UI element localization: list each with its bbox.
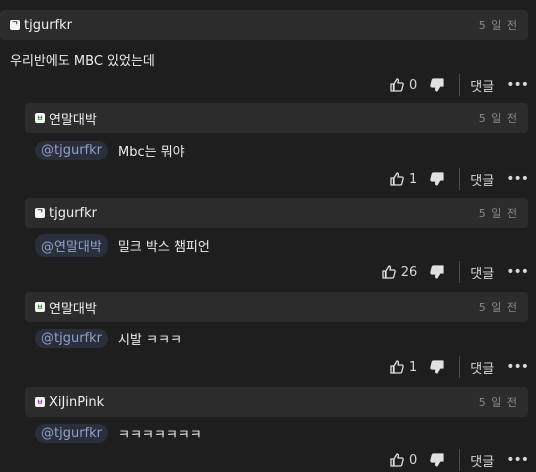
like-count: 26 — [400, 264, 418, 280]
thumbs-up-icon[interactable] — [389, 359, 405, 375]
comment-actions: 26 댓글 ••• — [381, 260, 529, 284]
more-icon[interactable]: ••• — [506, 359, 529, 375]
thumbs-up-icon[interactable] — [381, 264, 397, 280]
comment-header: ㅂ 연말대박 5 일 전 — [25, 292, 528, 322]
divider — [459, 168, 461, 190]
thumbs-up-icon[interactable] — [389, 171, 405, 187]
comment-reply: ᄀ tjgurfkr 5 일 전 @연말대박 밀크 박스 챔피언 26 댓글 •… — [25, 198, 529, 288]
divider — [459, 449, 461, 471]
like-count: 0 — [409, 452, 418, 468]
comment-author[interactable]: tjgurfkr — [49, 206, 97, 221]
reply-button[interactable]: 댓글 — [470, 170, 494, 189]
comment-body: @tjgurfkr Mbc는 뭐야 — [25, 141, 185, 160]
comment-author[interactable]: tjgurfkr — [24, 18, 72, 33]
user-badge-icon: ㅂ — [35, 397, 45, 407]
thumbs-down-icon[interactable] — [429, 264, 445, 280]
more-icon[interactable]: ••• — [506, 77, 529, 93]
comment-header: ㅂ 연말대박 5 일 전 — [25, 103, 528, 133]
user-badge-icon: ㅂ — [35, 302, 45, 312]
reply-button[interactable]: 댓글 — [470, 451, 494, 470]
divider — [459, 261, 461, 283]
divider — [459, 74, 461, 96]
comment-reply: ㅂ XiJinPink 5 일 전 @tjgurfkr ㅋㅋㅋㅋㅋㅋㅋ 0 댓글… — [25, 387, 529, 472]
mention-tag[interactable]: @연말대박 — [35, 234, 108, 257]
thumbs-down-icon[interactable] — [429, 359, 445, 375]
mention-tag[interactable]: @tjgurfkr — [35, 424, 108, 443]
more-icon[interactable]: ••• — [506, 171, 529, 187]
comment-time: 5 일 전 — [478, 207, 518, 220]
comment-text: 시발 ㅋㅋㅋ — [118, 333, 182, 348]
comment-time: 5 일 전 — [478, 19, 518, 32]
comment-root: ᄀ tjgurfkr 5 일 전 우리반에도 MBC 있었는데 0 댓글 ••• — [0, 10, 529, 100]
comment-author[interactable]: 연말대박 — [49, 109, 97, 128]
comment-actions: 1 댓글 ••• — [389, 355, 529, 379]
comment-actions: 1 댓글 ••• — [389, 167, 529, 191]
comment-header: ㅂ XiJinPink 5 일 전 — [25, 387, 528, 417]
more-icon[interactable]: ••• — [506, 264, 529, 280]
mention-tag[interactable]: @tjgurfkr — [35, 141, 108, 160]
user-badge-icon: ᄀ — [35, 208, 45, 218]
like-count: 0 — [409, 77, 418, 93]
comment-time: 5 일 전 — [478, 396, 518, 409]
thumbs-down-icon[interactable] — [429, 77, 445, 93]
thumbs-up-icon[interactable] — [389, 77, 405, 93]
user-badge-icon: ㅂ — [35, 113, 45, 123]
comment-body: @tjgurfkr ㅋㅋㅋㅋㅋㅋㅋ — [25, 424, 202, 443]
comment-body: @연말대박 밀크 박스 챔피언 — [25, 234, 210, 257]
comment-text: 밀크 박스 챔피언 — [117, 240, 210, 255]
reply-button[interactable]: 댓글 — [470, 76, 494, 95]
mention-tag[interactable]: @tjgurfkr — [35, 329, 108, 348]
more-icon[interactable]: ••• — [506, 452, 529, 468]
thumbs-down-icon[interactable] — [429, 452, 445, 468]
comment-author[interactable]: XiJinPink — [49, 395, 104, 410]
comment-reply: ㅂ 연말대박 5 일 전 @tjgurfkr Mbc는 뭐야 1 댓글 ••• — [25, 103, 529, 193]
thumbs-down-icon[interactable] — [429, 171, 445, 187]
comment-text: ㅋㅋㅋㅋㅋㅋㅋ — [118, 428, 202, 443]
comment-text: Mbc는 뭐야 — [118, 145, 185, 160]
comment-text: 우리반에도 MBC 있었는데 — [10, 54, 155, 69]
reply-button[interactable]: 댓글 — [470, 263, 494, 282]
comment-time: 5 일 전 — [478, 112, 518, 125]
thumbs-up-icon[interactable] — [389, 452, 405, 468]
like-count: 1 — [409, 359, 418, 375]
comment-reply: ㅂ 연말대박 5 일 전 @tjgurfkr 시발 ㅋㅋㅋ 1 댓글 ••• — [25, 292, 529, 382]
comment-actions: 0 댓글 ••• — [389, 73, 529, 97]
reply-button[interactable]: 댓글 — [470, 358, 494, 377]
comment-header: ᄀ tjgurfkr 5 일 전 — [25, 198, 528, 228]
user-badge-icon: ᄀ — [10, 20, 20, 30]
comment-time: 5 일 전 — [478, 301, 518, 314]
comment-author[interactable]: 연말대박 — [49, 298, 97, 317]
comment-header: ᄀ tjgurfkr 5 일 전 — [0, 10, 528, 40]
comment-body: @tjgurfkr 시발 ㅋㅋㅋ — [25, 329, 182, 348]
like-count: 1 — [409, 171, 418, 187]
comment-body: 우리반에도 MBC 있었는데 — [0, 50, 155, 69]
comment-actions: 0 댓글 ••• — [389, 448, 529, 472]
divider — [459, 356, 461, 378]
